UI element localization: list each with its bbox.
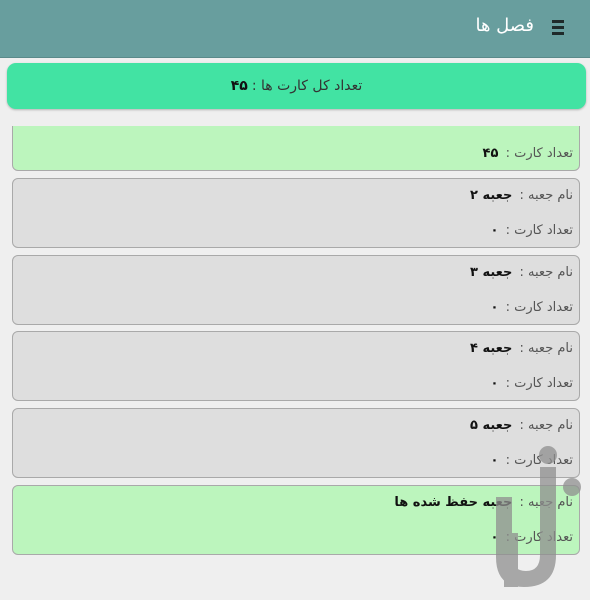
total-cards-banner: تعداد کل کارت ها : ۴۵: [7, 63, 586, 109]
card-count-value: ۰: [490, 530, 499, 545]
card-count-label: تعداد کارت :: [505, 146, 573, 161]
box-name-row: نام جعبه : جعبه ۴: [470, 341, 573, 356]
box-card-4[interactable]: نام جعبه : جعبه ۴ تعداد کارت : ۰: [12, 331, 580, 401]
card-count-row: تعداد کارت : ۴۵: [483, 146, 573, 161]
card-count-value: ۰: [490, 453, 499, 468]
box-name-row: نام جعبه : جعبه ۳: [470, 265, 573, 280]
box-name-value: جعبه ۵: [470, 418, 513, 433]
box-name-label: نام جعبه :: [519, 495, 573, 510]
box-name-value: جعبه ۲: [470, 188, 513, 203]
box-card-5[interactable]: نام جعبه : جعبه ۵ تعداد کارت : ۰: [12, 408, 580, 478]
page-title: فصل ها: [475, 15, 534, 36]
box-name-label: نام جعبه :: [519, 188, 573, 203]
card-count-row: تعداد کارت : ۰: [490, 300, 573, 315]
card-count-label: تعداد کارت :: [505, 530, 573, 545]
card-count-label: تعداد کارت :: [505, 376, 573, 391]
card-count-label: تعداد کارت :: [505, 453, 573, 468]
box-name-row: نام جعبه : جعبه حفظ شده ها: [394, 495, 573, 510]
box-name-label: نام جعبه :: [519, 418, 573, 433]
box-name-value: جعبه ۴: [470, 341, 513, 356]
box-list[interactable]: نام جعبه : تعداد کارت : ۴۵ نام جعبه : جع…: [0, 126, 590, 600]
card-count-label: تعداد کارت :: [505, 300, 573, 315]
box-card-memorized[interactable]: نام جعبه : جعبه حفظ شده ها تعداد کارت : …: [12, 485, 580, 555]
box-card-1[interactable]: نام جعبه : تعداد کارت : ۴۵: [12, 126, 580, 171]
app-bar: فصل ها: [0, 0, 590, 58]
box-name-row: نام جعبه : جعبه ۵: [470, 418, 573, 433]
card-count-row: تعداد کارت : ۰: [490, 223, 573, 238]
card-count-value: ۴۵: [482, 146, 499, 161]
box-name-value: جعبه ۳: [470, 265, 513, 280]
box-card-2[interactable]: نام جعبه : جعبه ۲ تعداد کارت : ۰: [12, 178, 580, 248]
box-name-label: نام جعبه :: [519, 265, 573, 280]
card-count-value: ۰: [490, 376, 499, 391]
card-count-label: تعداد کارت :: [505, 223, 573, 238]
total-cards-label: تعداد کل کارت ها :: [251, 78, 363, 94]
hamburger-menu-icon[interactable]: [552, 19, 564, 35]
card-count-row: تعداد کارت : ۰: [490, 376, 573, 391]
box-name-label: نام جعبه :: [519, 341, 573, 356]
card-count-row: تعداد کارت : ۰: [490, 530, 573, 545]
box-name-row: نام جعبه : جعبه ۲: [470, 188, 573, 203]
box-card-3[interactable]: نام جعبه : جعبه ۳ تعداد کارت : ۰: [12, 255, 580, 325]
card-count-value: ۰: [490, 223, 499, 238]
card-count-value: ۰: [490, 300, 499, 315]
total-cards-value: ۴۵: [230, 78, 248, 94]
box-name-value: جعبه حفظ شده ها: [394, 495, 513, 510]
card-count-row: تعداد کارت : ۰: [490, 453, 573, 468]
